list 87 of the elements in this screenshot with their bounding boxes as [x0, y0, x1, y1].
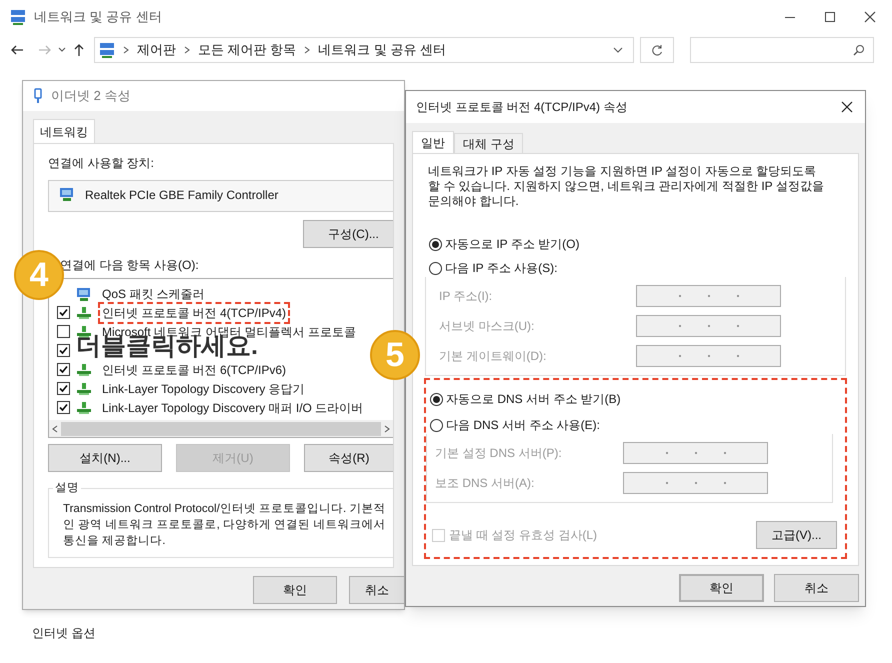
chevron-icon: [184, 46, 190, 54]
forward-icon: [38, 43, 52, 57]
field-label: 연결에 사용할 장치:: [48, 155, 156, 172]
dialog-title: 인터넷 프로토콜 버전 4(TCP/IPv4) 속성: [416, 99, 628, 116]
tab[interactable]: 일반: [412, 131, 454, 153]
advanced-button[interactable]: 고급(V)...: [756, 521, 837, 549]
chevron-icon: [123, 46, 129, 54]
radio-button[interactable]: [429, 238, 442, 250]
protocol-icon: [76, 400, 92, 416]
close-button[interactable]: [839, 99, 855, 115]
checkmark-icon: [59, 403, 68, 412]
dialog-button[interactable]: 확인: [253, 576, 337, 604]
checkmark-icon: [59, 384, 68, 393]
ip-input-field[interactable]: [623, 442, 768, 464]
close-icon: [864, 11, 876, 23]
search-field[interactable]: [690, 37, 874, 63]
scroll-thumb[interactable]: [61, 422, 381, 436]
instruction-text: 더블클릭하세요.: [76, 337, 258, 356]
radio-label[interactable]: 다음 DNS 서버 주소 사용(E):: [446, 416, 600, 434]
window-title: 네트워크 및 공유 센터: [34, 8, 162, 26]
radio-button[interactable]: [430, 392, 443, 406]
field-label: 기본 설정 DNS 서버(P):: [435, 445, 562, 462]
chevron-icon: [304, 46, 310, 54]
address-bar[interactable]: 제어판 모든 제어판 항목 네트워크 및 공유 센터: [94, 37, 634, 63]
checkbox[interactable]: [57, 344, 70, 357]
ip-input-field[interactable]: [636, 315, 781, 337]
protocol-icon: [76, 304, 92, 320]
ip-input-field[interactable]: [636, 345, 781, 367]
checkmark-icon: [59, 365, 68, 374]
list-item[interactable]: QoS 패킷 스케줄러: [98, 282, 209, 304]
link[interactable]: 인터넷 옵션: [32, 624, 96, 642]
maximize-icon: [824, 11, 836, 23]
close-icon: [841, 101, 853, 113]
network-adapter-icon: [59, 186, 75, 202]
action-button[interactable]: 설치(N)...: [48, 444, 162, 472]
ip-input-field[interactable]: [636, 285, 781, 307]
checkmark-icon: [59, 346, 68, 355]
scrollbar[interactable]: [49, 420, 393, 437]
scroll-right-icon: [383, 424, 391, 432]
field-label: 보조 DNS 서버(A):: [435, 475, 534, 492]
radio-label[interactable]: 자동으로 IP 주소 받기(O): [445, 235, 580, 253]
network-service-icon: [76, 286, 92, 302]
breadcrumb[interactable]: 제어판: [137, 40, 176, 60]
protocol-icon: [76, 380, 92, 396]
action-button[interactable]: 속성(R): [304, 444, 393, 472]
up-icon: [72, 43, 86, 57]
refresh-button[interactable]: [640, 37, 674, 63]
device-name: Realtek PCIe GBE Family Controller: [85, 187, 278, 204]
checkbox[interactable]: [57, 325, 70, 338]
intro-text: 네트워크가 IP 자동 설정 기능을 지원하면 IP 설정이 자동으로 할당되도록 할 수 있습니다. 지원하지 않으면, 네트워크 관리자에게 적절한 IP 설정값을 문의해야 합니다.: [428, 164, 825, 209]
radio-button[interactable]: [430, 418, 443, 432]
dialog-button[interactable]: 취소: [774, 574, 859, 602]
dialog-title: 이더넷 2 속성: [51, 87, 130, 106]
configure-button[interactable]: 구성(C)...: [303, 220, 393, 248]
field-label: 기본 게이트웨이(D):: [439, 348, 546, 365]
checkbox[interactable]: [57, 306, 70, 319]
radio-label[interactable]: 다음 IP 주소 사용(S):: [445, 259, 558, 277]
tab[interactable]: 대체 구성: [454, 133, 524, 153]
field-label: 서브넷 마스크(U):: [439, 318, 534, 335]
radio-label[interactable]: 자동으로 DNS 서버 주소 받기(B): [446, 390, 621, 408]
back-icon: [10, 43, 24, 57]
list-item[interactable]: 인터넷 프로토콜 버전 6(TCP/IPv6): [98, 358, 290, 380]
dialog-button[interactable]: 취소: [349, 576, 404, 604]
network-icon: [99, 42, 115, 58]
checkbox[interactable]: [57, 401, 70, 414]
radio-button[interactable]: [429, 262, 442, 274]
tab[interactable]: 네트워킹: [33, 119, 95, 143]
checkbox[interactable]: [57, 382, 70, 395]
ip-input-field[interactable]: [623, 472, 768, 494]
description-text: Transmission Control Protocol/인터넷 프로토콜입니다. 기본적인 광역 네트워크 프로토콜로, 다양하게 연결된 네트워크에서 통신을 제공합니다.: [63, 502, 386, 549]
checkbox[interactable]: [57, 363, 70, 376]
field-label: IP 주소(I):: [439, 288, 492, 305]
checkmark-icon: [59, 308, 68, 317]
dropdown-icon: [58, 46, 66, 54]
breadcrumb[interactable]: 모든 제어판 항목: [198, 40, 296, 60]
dialog-button[interactable]: 확인: [679, 574, 764, 602]
dropdown-icon: [613, 46, 623, 54]
refresh-icon: [651, 44, 663, 56]
list-item[interactable]: 인터넷 프로토콜 버전 4(TCP/IPv4): [98, 302, 290, 324]
ethernet-plug-icon: [33, 88, 43, 104]
list-item[interactable]: Link-Layer Topology Discovery 응답기: [98, 378, 309, 400]
list-item[interactable]: Link-Layer Topology Discovery 매퍼 I/O 드라이버: [98, 396, 368, 418]
scroll-left-icon: [51, 424, 59, 432]
network-icon: [10, 9, 26, 25]
breadcrumb[interactable]: 네트워크 및 공유 센터: [318, 40, 446, 60]
search-icon: [853, 44, 865, 56]
protocol-icon: [76, 362, 92, 378]
